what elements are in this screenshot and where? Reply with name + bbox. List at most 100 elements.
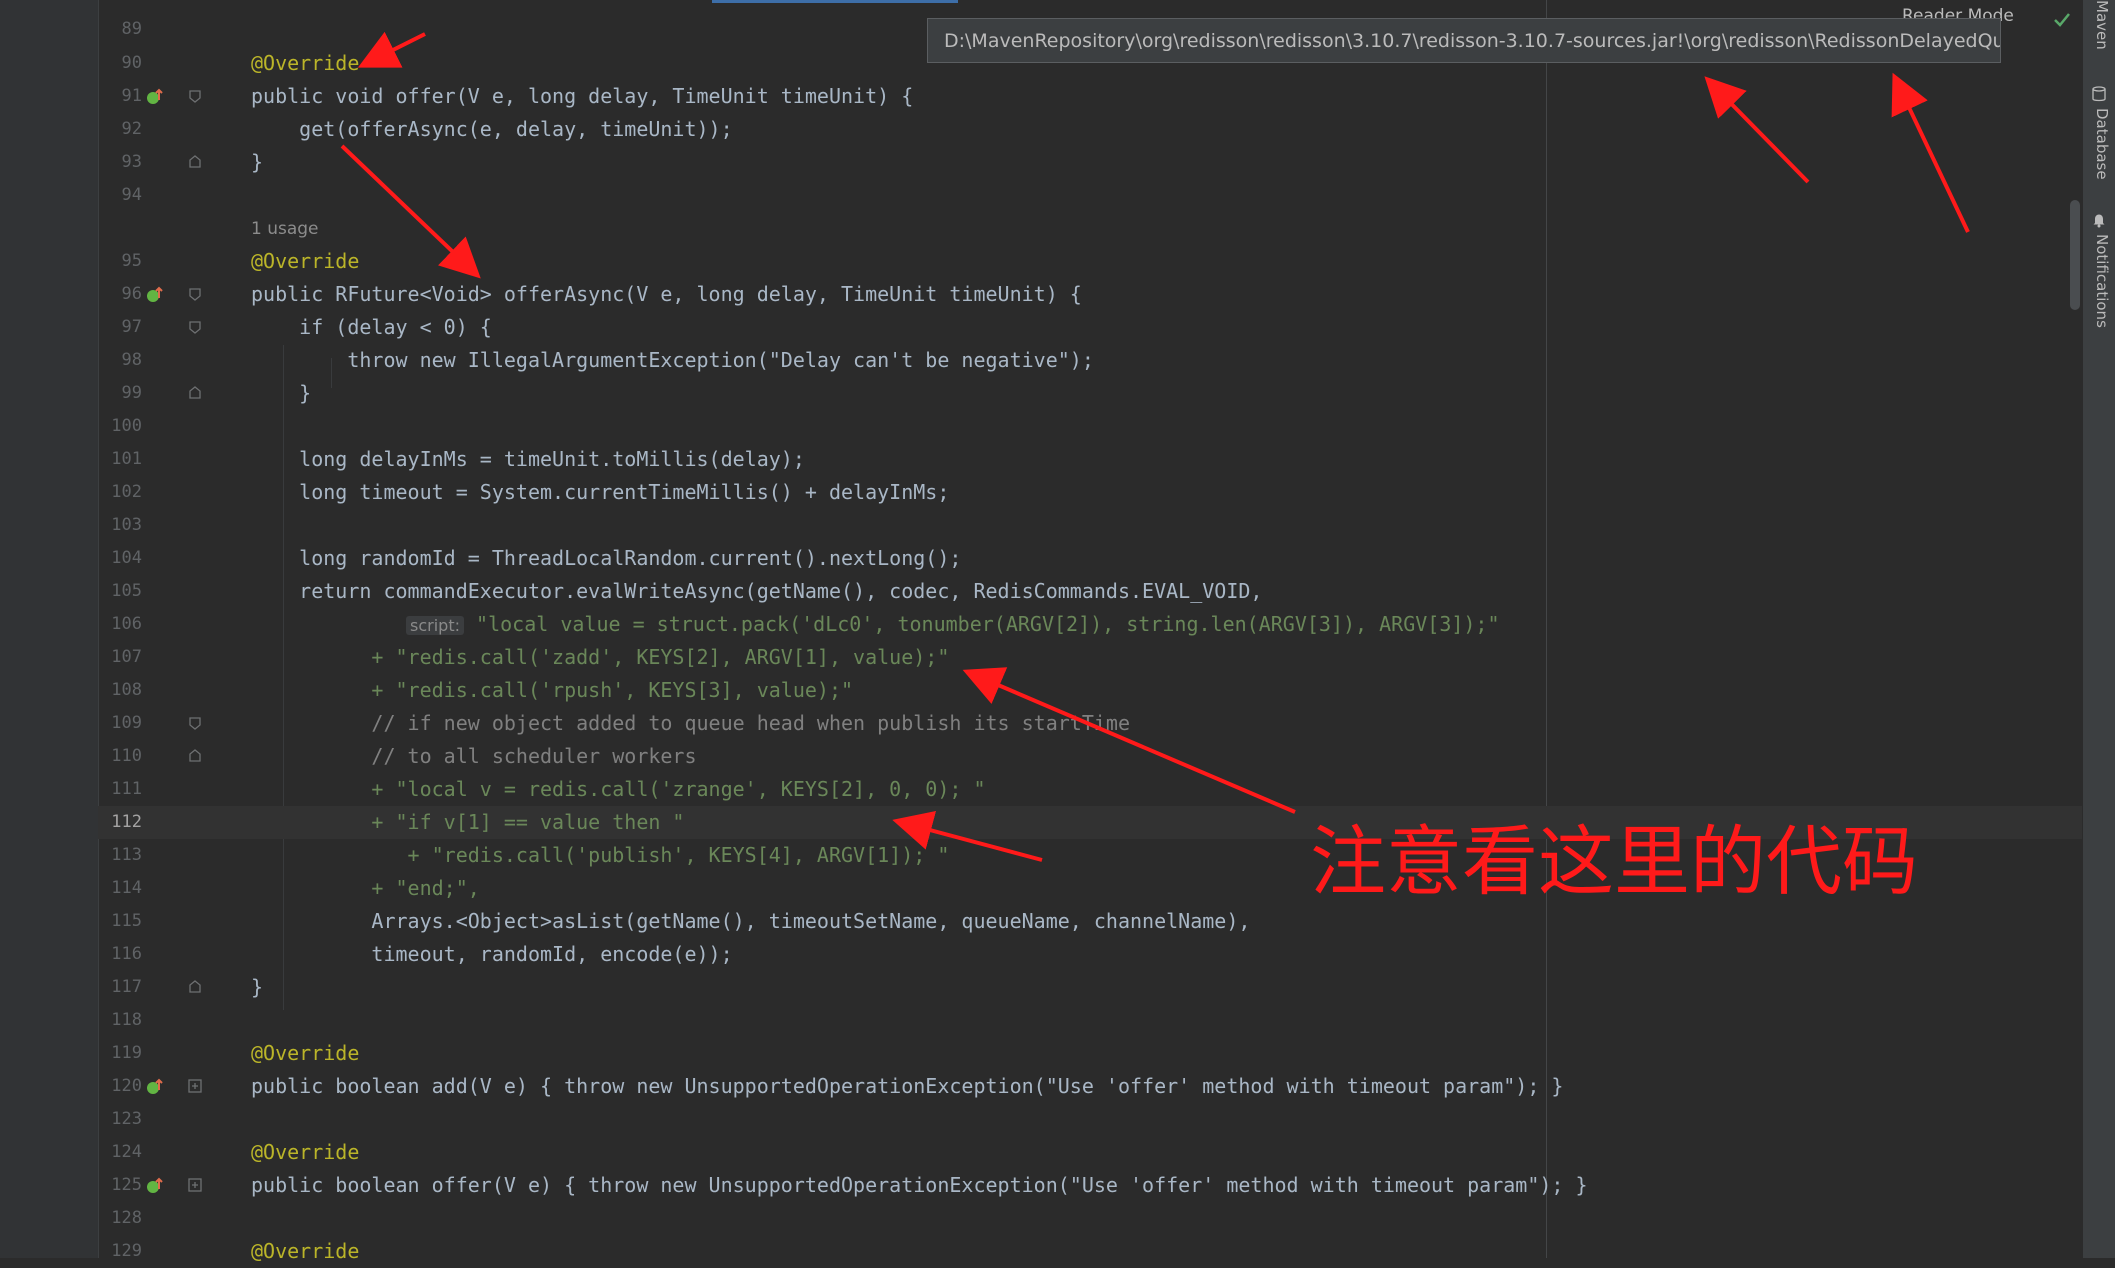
code-text: timeout, randomId, encode(e)); bbox=[251, 942, 733, 966]
maven-tab[interactable]: Maven bbox=[2093, 0, 2111, 50]
code-line-100: 100 bbox=[98, 410, 2083, 443]
code-line-117: 117 } bbox=[98, 971, 2083, 1004]
code-comment: // to all scheduler workers bbox=[251, 744, 697, 768]
line-number: 106 bbox=[111, 614, 142, 634]
fold-end-icon[interactable] bbox=[188, 386, 202, 400]
code-line-128: 128 bbox=[98, 1202, 2083, 1235]
line-number: 116 bbox=[111, 944, 142, 964]
code-line-108: 108 + "redis.call('rpush', KEYS[3], valu… bbox=[98, 674, 2083, 707]
line-number: 97 bbox=[121, 317, 142, 337]
line-number: 100 bbox=[111, 416, 142, 436]
code-line-96: 96 public RFuture<Void> offerAsync(V e, … bbox=[98, 278, 2083, 311]
line-number: 93 bbox=[121, 152, 142, 172]
code-text: get(offerAsync(e, delay, timeUnit)); bbox=[251, 117, 733, 141]
file-path-tooltip: D:\MavenRepository\org\redisson\redisson… bbox=[927, 18, 2001, 63]
code-text: long delayInMs = timeUnit.toMillis(delay… bbox=[251, 447, 805, 471]
expand-fold-icon[interactable] bbox=[188, 1178, 202, 1192]
fold-end-icon[interactable] bbox=[188, 155, 202, 169]
editor-gutter bbox=[0, 0, 99, 1258]
line-number: 89 bbox=[121, 19, 142, 39]
database-tab[interactable]: Database bbox=[2093, 108, 2111, 180]
line-number: 113 bbox=[111, 845, 142, 865]
code-line-116: 116 timeout, randomId, encode(e)); bbox=[98, 938, 2083, 971]
line-number: 101 bbox=[111, 449, 142, 469]
code-text: + "if v[1] == value then " bbox=[251, 810, 685, 834]
line-number: 99 bbox=[121, 383, 142, 403]
fold-icon[interactable] bbox=[188, 716, 202, 730]
line-number: 129 bbox=[111, 1241, 142, 1261]
line-number: 95 bbox=[121, 251, 142, 271]
line-number: 112 bbox=[111, 812, 142, 832]
code-line-94: 94 bbox=[98, 179, 2083, 212]
code-line-106: 106 script: "local value = struct.pack('… bbox=[98, 608, 2083, 641]
line-number: 118 bbox=[111, 1010, 142, 1030]
line-number: 125 bbox=[111, 1175, 142, 1195]
line-number: 102 bbox=[111, 482, 142, 502]
override-method-icon[interactable] bbox=[146, 286, 164, 304]
line-number: 108 bbox=[111, 680, 142, 700]
fold-icon[interactable] bbox=[188, 89, 202, 103]
code-line-118: 118 bbox=[98, 1004, 2083, 1037]
usage-hint[interactable]: 1 usage bbox=[251, 213, 319, 246]
line-number: 103 bbox=[111, 515, 142, 535]
code-line-99: 99 } bbox=[98, 377, 2083, 410]
code-text-with-hint: script: "local value = struct.pack('dLc0… bbox=[406, 608, 1500, 642]
code-line-104: 104 long randomId = ThreadLocalRandom.cu… bbox=[98, 542, 2083, 575]
code-comment: // if new object added to queue head whe… bbox=[251, 711, 1130, 735]
fold-end-icon[interactable] bbox=[188, 980, 202, 994]
code-text: "local value = struct.pack('dLc0', tonum… bbox=[476, 612, 1500, 636]
code-text: long randomId = ThreadLocalRandom.curren… bbox=[251, 546, 962, 570]
code-text: + "local v = redis.call('zrange', KEYS[2… bbox=[251, 777, 986, 801]
code-text: @Override bbox=[251, 1239, 360, 1263]
expand-fold-icon[interactable] bbox=[188, 1079, 202, 1093]
override-method-icon[interactable] bbox=[146, 88, 164, 106]
code-text: + "redis.call('zadd', KEYS[2], ARGV[1], … bbox=[251, 645, 950, 669]
override-method-icon[interactable] bbox=[146, 1078, 164, 1096]
code-line-91: 91 public void offer(V e, long delay, Ti… bbox=[98, 80, 2083, 113]
code-line-120: 120 public boolean add(V e) { throw new … bbox=[98, 1070, 2083, 1103]
fold-icon[interactable] bbox=[188, 320, 202, 334]
line-number: 104 bbox=[111, 548, 142, 568]
line-number: 92 bbox=[121, 119, 142, 139]
code-line-109: 109 // if new object added to queue head… bbox=[98, 707, 2083, 740]
line-number: 110 bbox=[111, 746, 142, 766]
scrollbar-thumb[interactable] bbox=[2070, 200, 2080, 310]
code-line-95: 95 @Override bbox=[98, 245, 2083, 278]
line-number: 128 bbox=[111, 1208, 142, 1228]
line-number: 91 bbox=[121, 86, 142, 106]
code-line-125: 125 public boolean offer(V e) { throw ne… bbox=[98, 1169, 2083, 1202]
code-line-129: 129 @Override bbox=[98, 1235, 2083, 1268]
line-number: 124 bbox=[111, 1142, 142, 1162]
line-number: 120 bbox=[111, 1076, 142, 1096]
annotation-text: 注意看这里的代码 bbox=[1310, 817, 1918, 906]
code-text: + "redis.call('rpush', KEYS[3], value);" bbox=[251, 678, 854, 702]
line-number: 111 bbox=[111, 779, 142, 799]
fold-icon[interactable] bbox=[188, 287, 202, 301]
code-text: long timeout = System.currentTimeMillis(… bbox=[251, 480, 950, 504]
code-text: public void offer(V e, long delay, TimeU… bbox=[251, 84, 914, 108]
code-editor[interactable]: 89 90 @Override 91 public void offer(V e… bbox=[98, 0, 2083, 1263]
code-text: public boolean add(V e) { throw new Unsu… bbox=[251, 1074, 1564, 1098]
code-text: public RFuture<Void> offerAsync(V e, lon… bbox=[251, 282, 1082, 306]
code-text: @Override bbox=[251, 1140, 360, 1164]
code-text: throw new IllegalArgumentException("Dela… bbox=[251, 348, 1094, 372]
code-line-103: 103 bbox=[98, 509, 2083, 542]
code-line-110: 110 // to all scheduler workers bbox=[98, 740, 2083, 773]
code-line-105: 105 return commandExecutor.evalWriteAsyn… bbox=[98, 575, 2083, 608]
line-number: 98 bbox=[121, 350, 142, 370]
code-text: + "end;", bbox=[251, 876, 480, 900]
code-line-98: 98 throw new IllegalArgumentException("D… bbox=[98, 344, 2083, 377]
override-method-icon[interactable] bbox=[146, 1177, 164, 1195]
code-line-123: 123 bbox=[98, 1103, 2083, 1136]
line-number: 90 bbox=[121, 53, 142, 73]
notifications-tab[interactable]: Notifications bbox=[2093, 234, 2111, 328]
code-text: return commandExecutor.evalWriteAsync(ge… bbox=[251, 579, 1263, 603]
code-line-107: 107 + "redis.call('zadd', KEYS[2], ARGV[… bbox=[98, 641, 2083, 674]
code-line-102: 102 long timeout = System.currentTimeMil… bbox=[98, 476, 2083, 509]
line-number: 107 bbox=[111, 647, 142, 667]
line-number: 123 bbox=[111, 1109, 142, 1129]
code-text: } bbox=[251, 975, 264, 999]
code-line-92: 92 get(offerAsync(e, delay, timeUnit)); bbox=[98, 113, 2083, 146]
fold-end-icon[interactable] bbox=[188, 749, 202, 763]
code-line-119: 119 @Override bbox=[98, 1037, 2083, 1070]
